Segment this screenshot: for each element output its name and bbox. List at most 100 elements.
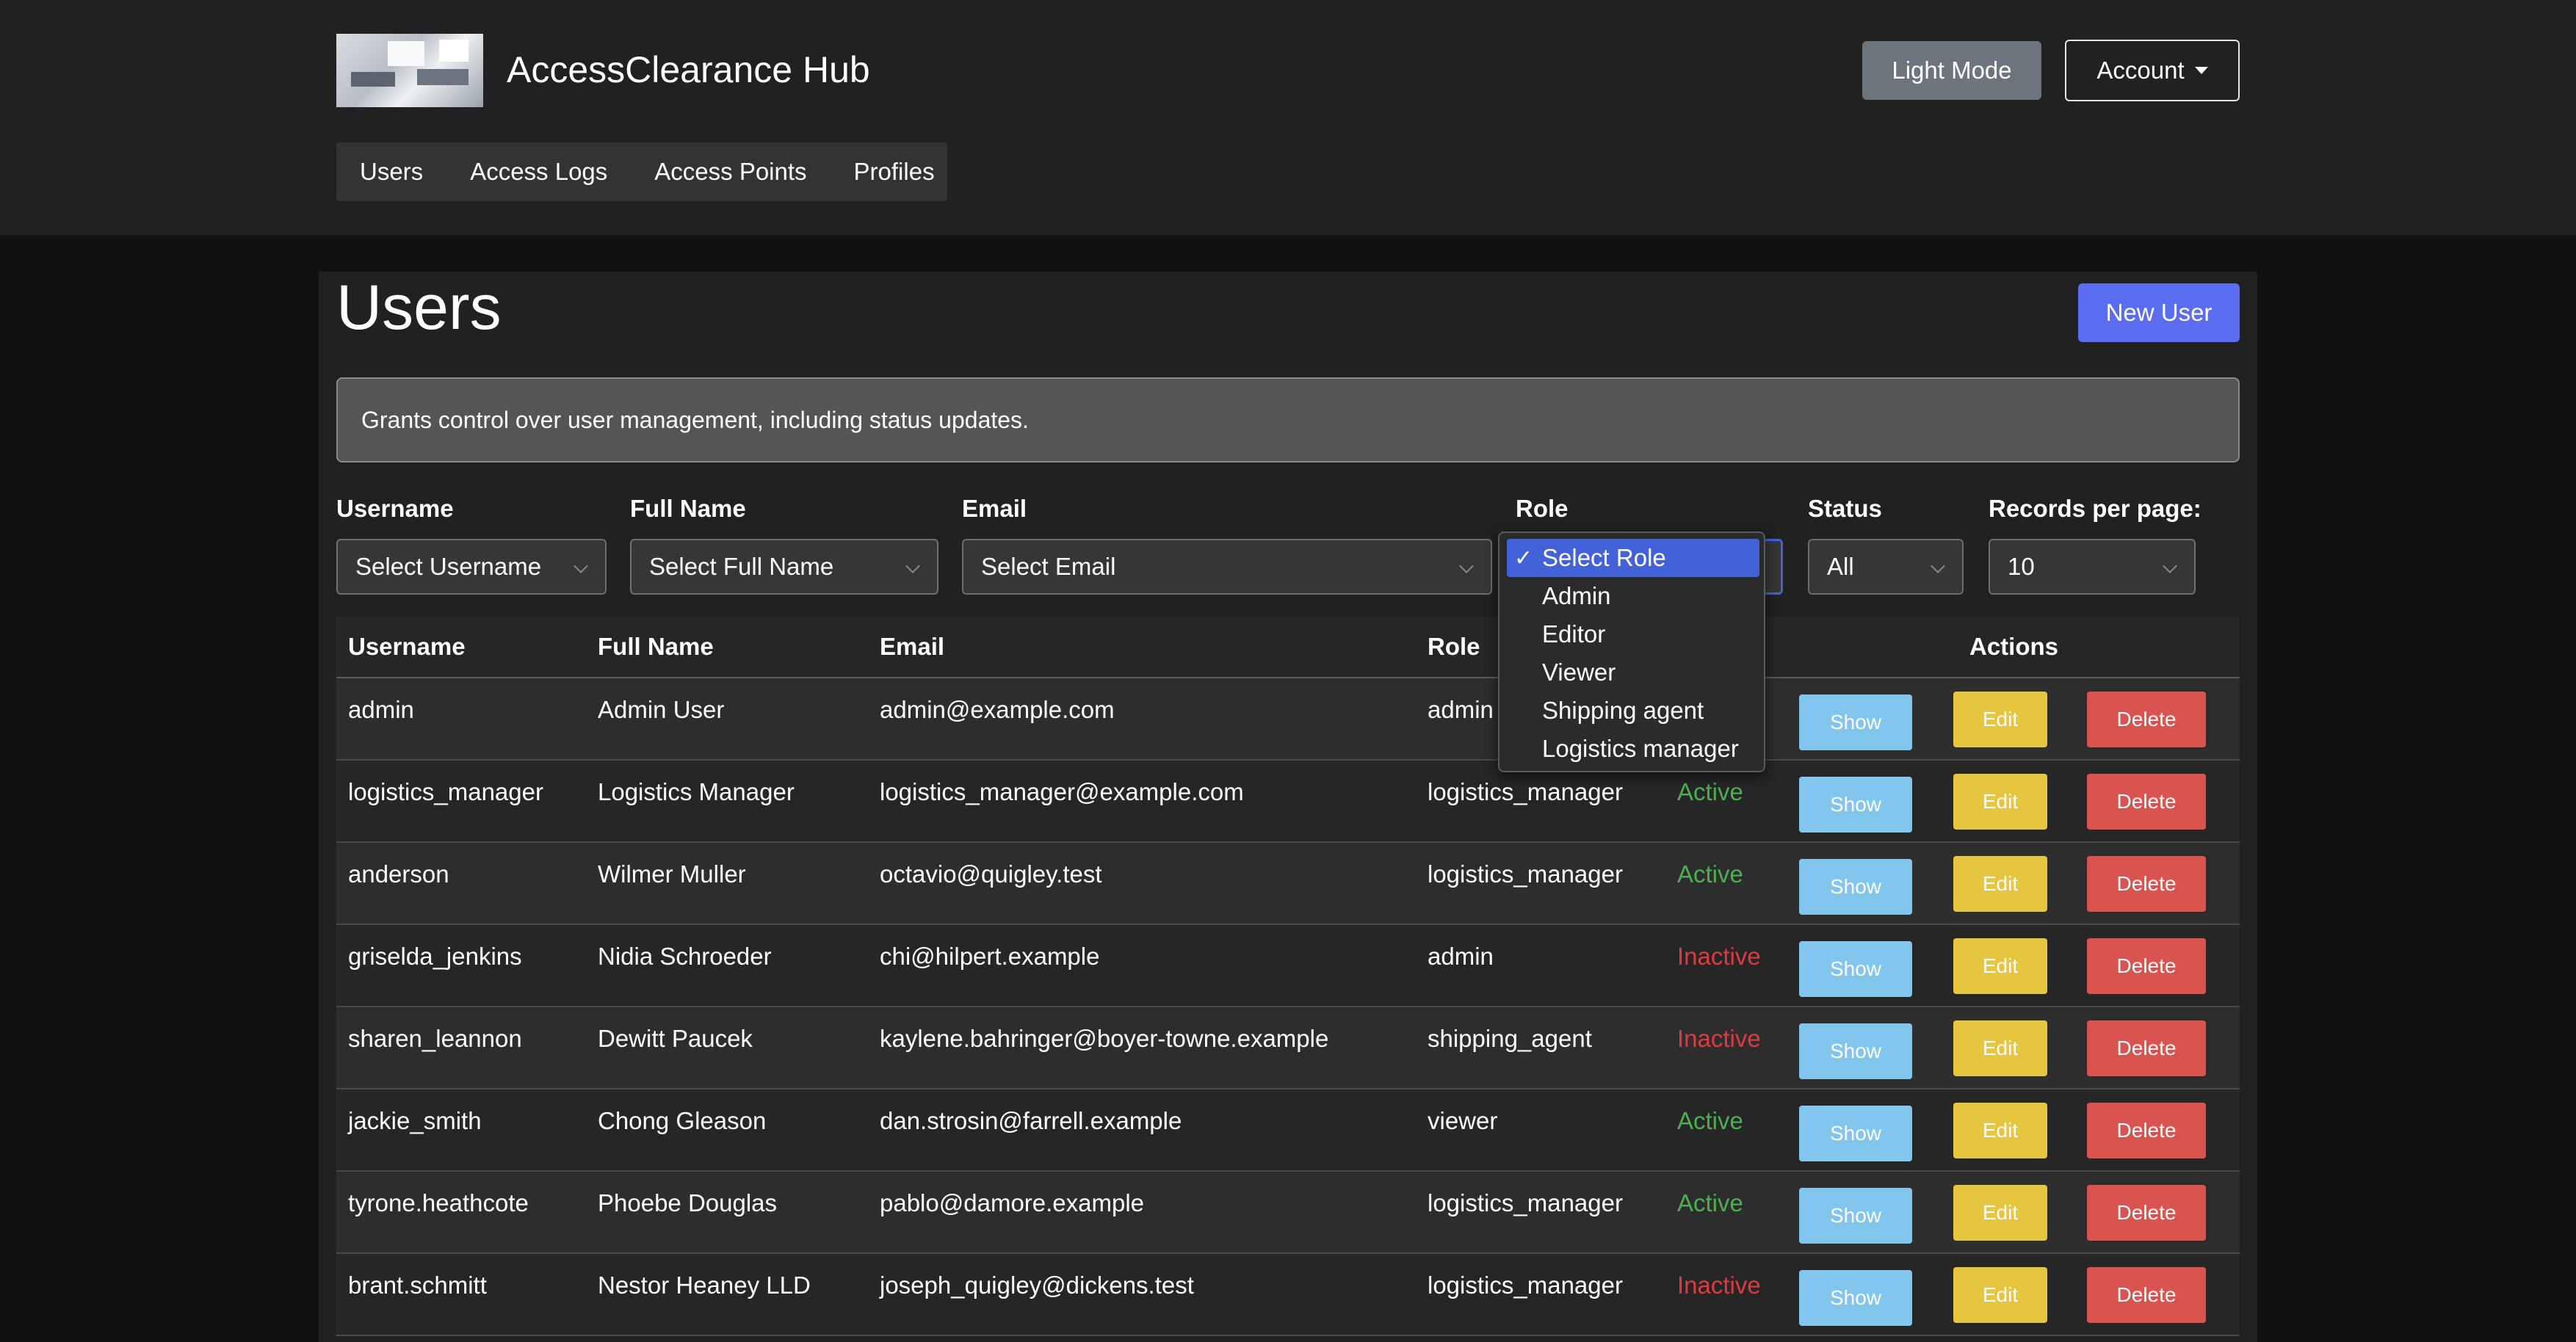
light-mode-button[interactable]: Light Mode: [1862, 41, 2041, 100]
show-button[interactable]: Show: [1799, 1106, 1912, 1161]
role-option-shipping-agent[interactable]: Shipping agent: [1507, 692, 1759, 730]
chevron-down-icon: [905, 559, 920, 573]
nav-item-profiles[interactable]: Profiles: [831, 158, 958, 186]
delete-button[interactable]: Delete: [2087, 1020, 2206, 1076]
filter-username-label: Username: [336, 495, 454, 522]
edit-button[interactable]: Edit: [1953, 1267, 2047, 1323]
cell-fullname: Nestor Heaney LLD: [598, 1272, 811, 1299]
chevron-down-icon: [1459, 559, 1474, 573]
delete-button[interactable]: Delete: [2087, 1185, 2206, 1241]
table-row: jackie_smith Chong Gleason dan.strosin@far…: [336, 1089, 2240, 1172]
new-user-button[interactable]: New User: [2078, 283, 2240, 342]
cell-fullname: Dewitt Paucek: [598, 1025, 753, 1052]
filter-fullname-label: Full Name: [630, 495, 746, 522]
caret-down-icon: [2194, 67, 2208, 74]
show-button[interactable]: Show: [1799, 859, 1912, 915]
cell-fullname: Chong Gleason: [598, 1107, 767, 1134]
cell-role: shipping_agent: [1428, 1025, 1592, 1052]
role-option-select-role[interactable]: ✓ Select Role: [1507, 539, 1759, 577]
delete-button[interactable]: Delete: [2087, 1267, 2206, 1323]
col-email[interactable]: Email: [880, 633, 944, 661]
cell-username: admin: [348, 696, 414, 723]
role-option-logistics-manager[interactable]: Logistics manager: [1507, 730, 1759, 768]
edit-button[interactable]: Edit: [1953, 692, 2047, 747]
show-button[interactable]: Show: [1799, 777, 1912, 833]
top-header: AccessClearance Hub Light Mode Account U…: [0, 0, 2576, 236]
filter-status-label: Status: [1808, 495, 1882, 522]
col-fullname[interactable]: Full Name: [598, 633, 714, 661]
filter-perpage-select[interactable]: 10: [1989, 539, 2196, 595]
account-dropdown-button[interactable]: Account: [2065, 40, 2240, 101]
filter-perpage-value: 10: [2008, 553, 2035, 580]
edit-button[interactable]: Edit: [1953, 856, 2047, 912]
cell-username: logistics_manager: [348, 778, 543, 805]
cell-email: pablo@damore.example: [880, 1189, 1145, 1216]
filter-role-label: Role: [1516, 495, 1569, 522]
cell-email: logistics_manager@example.com: [880, 778, 1244, 805]
filter-fullname-select[interactable]: Select Full Name: [630, 539, 938, 595]
role-option-viewer[interactable]: Viewer: [1507, 653, 1759, 692]
show-button[interactable]: Show: [1799, 1270, 1912, 1326]
delete-button[interactable]: Delete: [2087, 774, 2206, 830]
nav-item-access-points[interactable]: Access Points: [631, 158, 830, 186]
cell-username: anderson: [348, 860, 449, 888]
cell-fullname: Wilmer Muller: [598, 860, 746, 888]
table-row: admin Admin User admin@example.com admin Sho…: [336, 678, 2240, 761]
cell-status: Inactive: [1677, 1025, 1761, 1052]
edit-button[interactable]: Edit: [1953, 1185, 2047, 1241]
cell-username: brant.schmitt: [348, 1272, 487, 1299]
cell-email: octavio@quigley.test: [880, 860, 1102, 888]
info-alert: Grants control over user management, inc…: [336, 377, 2240, 463]
edit-button[interactable]: Edit: [1953, 1103, 2047, 1158]
cell-status: Active: [1677, 1189, 1743, 1216]
cell-username: griselda_jenkins: [348, 943, 522, 970]
cell-role: logistics_manager: [1428, 860, 1623, 888]
edit-button[interactable]: Edit: [1953, 1020, 2047, 1076]
filter-email-select[interactable]: Select Email: [962, 539, 1492, 595]
show-button[interactable]: Show: [1799, 941, 1912, 997]
table-row: sharen_leannon Dewitt Paucek kaylene.bahri…: [336, 1007, 2240, 1089]
col-role[interactable]: Role: [1428, 633, 1480, 661]
cell-fullname: Nidia Schroeder: [598, 943, 772, 970]
delete-button[interactable]: Delete: [2087, 1103, 2206, 1158]
chevron-down-icon: [574, 559, 588, 573]
show-button[interactable]: Show: [1799, 1188, 1912, 1244]
nav-item-access-logs[interactable]: Access Logs: [446, 158, 631, 186]
cell-status: Inactive: [1677, 943, 1761, 970]
chevron-down-icon: [1931, 559, 1945, 573]
brand-logo-image[interactable]: [336, 34, 483, 107]
show-button[interactable]: Show: [1799, 1023, 1912, 1079]
filter-email-label: Email: [962, 495, 1027, 522]
col-actions: Actions: [1969, 633, 2059, 660]
table-body: admin Admin User admin@example.com admin Sho…: [336, 678, 2240, 1336]
show-button[interactable]: Show: [1799, 694, 1912, 750]
cell-email: admin@example.com: [880, 696, 1115, 723]
delete-button[interactable]: Delete: [2087, 938, 2206, 994]
filter-perpage-label: Records per page:: [1989, 495, 2201, 522]
brand-title[interactable]: AccessClearance Hub: [507, 48, 870, 91]
role-option-label: Select Role: [1542, 544, 1666, 571]
filter-status-select[interactable]: All: [1808, 539, 1964, 595]
cell-username: tyrone.heathcote: [348, 1189, 529, 1216]
cell-status: Inactive: [1677, 1272, 1761, 1299]
nav-item-users[interactable]: Users: [336, 158, 446, 186]
filter-username-select[interactable]: Select Username: [336, 539, 607, 595]
delete-button[interactable]: Delete: [2087, 856, 2206, 912]
filter-email-value: Select Email: [981, 553, 1116, 580]
role-dropdown-menu: ✓ Select Role Admin Editor Viewer Shippi…: [1498, 532, 1765, 772]
cell-email: kaylene.bahringer@boyer-towne.example: [880, 1025, 1329, 1052]
delete-button[interactable]: Delete: [2087, 692, 2206, 747]
edit-button[interactable]: Edit: [1953, 938, 2047, 994]
filter-fullname-value: Select Full Name: [649, 553, 834, 580]
edit-button[interactable]: Edit: [1953, 774, 2047, 830]
role-option-editor[interactable]: Editor: [1507, 615, 1759, 653]
table-row: anderson Wilmer Muller octavio@quigley.tes…: [336, 843, 2240, 925]
account-label: Account: [2096, 57, 2185, 84]
filter-status-value: All: [1827, 553, 1854, 580]
check-icon: ✓: [1514, 545, 1533, 570]
role-option-admin[interactable]: Admin: [1507, 577, 1759, 615]
cell-role: logistics_manager: [1428, 1272, 1623, 1299]
cell-role: admin: [1428, 696, 1494, 723]
col-username[interactable]: Username: [348, 633, 466, 661]
cell-fullname: Phoebe Douglas: [598, 1189, 778, 1216]
